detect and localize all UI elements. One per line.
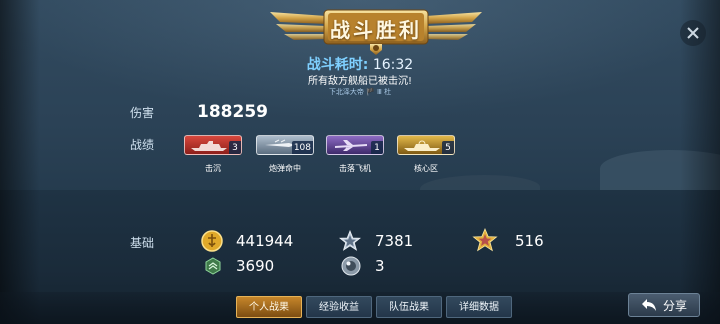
damage-value: 188259 [197,102,268,122]
victory-message: 所有敌方舰船已被击沉! [307,76,412,87]
tab-personal-results[interactable]: 个人战果 [236,296,302,318]
ship-silhouette-icon [191,141,227,151]
gold-star-icon [472,228,498,252]
damage-label: 伤害 [130,106,155,120]
sink-count: 3 [229,141,241,154]
silver-star-icon [339,230,361,251]
plane-icon [335,140,367,151]
player-names: 下北泽大帝 🏴 Ⅲ 杜 [328,88,392,96]
share-button[interactable]: 分享 [628,293,700,317]
close-button[interactable] [680,20,706,46]
gold-star-value: 516 [515,232,544,250]
plane-kill-medal[interactable]: 1 [326,135,384,155]
plane-kill-count: 1 [371,141,383,154]
shell-hit-medal[interactable]: 108 [256,135,314,155]
plane-kill-label: 击落飞机 [339,164,371,173]
citadel-medal[interactable]: 5 [397,135,455,155]
sink-medal[interactable]: 3 [184,135,242,155]
citadel-label: 核心区 [414,164,438,173]
sink-label: 击沉 [205,164,221,173]
silver-orb-icon [341,256,361,276]
battle-duration-value: 16:32 [372,57,414,73]
victory-banner: 战斗胜利 [266,4,486,56]
base-label: 基础 [130,236,155,250]
silver-star-value: 7381 [375,232,414,250]
share-arrow-icon [641,299,656,311]
silver-orb-value: 3 [375,257,385,275]
battle-duration: 战斗耗时: 16:32 [0,54,720,74]
battle-duration-label: 战斗耗时: [306,57,369,73]
gold-coin-icon [201,230,223,252]
share-label: 分享 [662,298,687,313]
shell-hit-count: 108 [291,141,313,154]
tab-detailed-data[interactable]: 详细数据 [446,296,512,318]
achievements-label: 战绩 [130,138,155,152]
tab-team-results[interactable]: 队伍战果 [376,296,442,318]
citadel-ship-icon [404,140,440,151]
gold-value: 441944 [236,232,294,250]
green-badge-value: 3690 [236,257,275,275]
green-badge-icon [205,257,221,275]
citadel-count: 5 [442,141,454,154]
victory-title: 战斗胜利 [330,18,422,42]
shell-hit-label: 炮弹命中 [269,164,301,173]
tab-experience-gains[interactable]: 经验收益 [306,296,372,318]
close-icon [687,27,699,39]
